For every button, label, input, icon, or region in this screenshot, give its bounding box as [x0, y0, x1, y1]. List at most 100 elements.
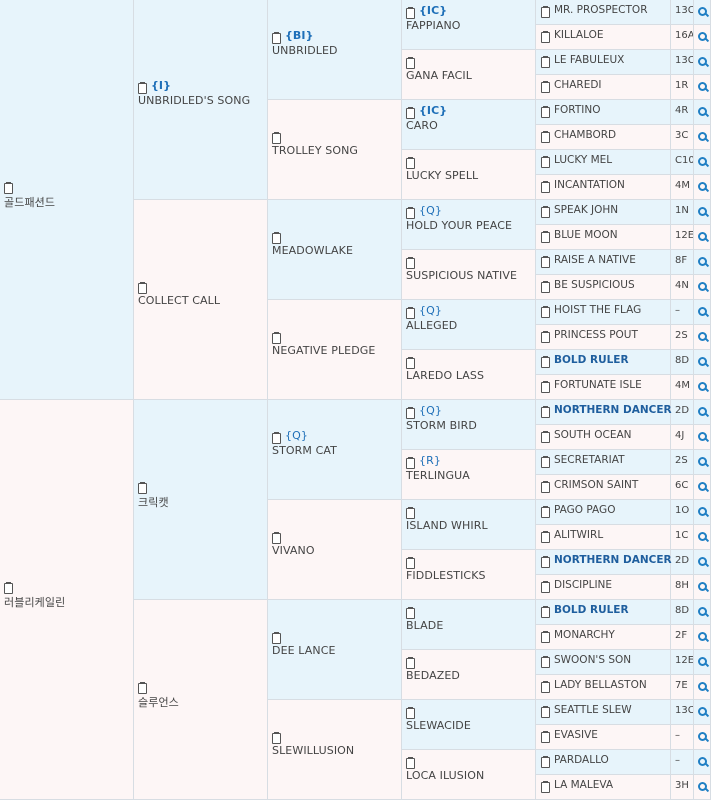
magnifier-icon[interactable]	[694, 425, 711, 449]
clipboard-icon[interactable]	[541, 756, 550, 768]
horse-name[interactable]: STORM CAT	[272, 444, 337, 457]
magnifier-icon[interactable]	[694, 700, 711, 724]
magnifier-icon[interactable]	[694, 575, 711, 599]
ancestor-name[interactable]: BOLD RULER	[554, 354, 629, 366]
magnifier-icon[interactable]	[694, 650, 711, 674]
clipboard-icon[interactable]	[406, 406, 415, 419]
ancestor-name[interactable]: NORTHERN DANCER	[554, 404, 672, 416]
magnifier-icon[interactable]	[694, 0, 711, 24]
magnifier-icon[interactable]	[694, 325, 711, 349]
ancestor-name[interactable]: MONARCHY	[554, 629, 615, 641]
clipboard-icon[interactable]	[406, 6, 415, 19]
ancestor-name[interactable]: RAISE A NATIVE	[554, 254, 636, 266]
horse-name[interactable]: FIDDLESTICKS	[406, 569, 486, 582]
clipboard-icon[interactable]	[541, 256, 550, 268]
class-badge[interactable]: {Q}	[285, 429, 308, 442]
clipboard-icon[interactable]	[406, 356, 415, 369]
horse-name[interactable]: UNBRIDLED'S SONG	[138, 94, 250, 107]
magnifier-icon[interactable]	[694, 350, 711, 374]
clipboard-icon[interactable]	[541, 781, 550, 793]
magnifier-icon[interactable]	[694, 100, 711, 124]
ancestor-name[interactable]: NORTHERN DANCER	[554, 554, 672, 566]
ancestor-name[interactable]: SECRETARIAT	[554, 454, 625, 466]
ancestor-name[interactable]: PAGO PAGO	[554, 504, 615, 516]
clipboard-icon[interactable]	[406, 656, 415, 669]
horse-name[interactable]: UNBRIDLED	[272, 44, 338, 57]
ancestor-name[interactable]: SWOON'S SON	[554, 654, 631, 666]
ancestor-name[interactable]: PARDALLO	[554, 754, 609, 766]
horse-name[interactable]: 슬루언스	[138, 694, 179, 710]
clipboard-icon[interactable]	[4, 581, 13, 594]
clipboard-icon[interactable]	[138, 81, 147, 94]
ancestor-name[interactable]: MR. PROSPECTOR	[554, 4, 648, 16]
clipboard-icon[interactable]	[272, 631, 281, 644]
clipboard-icon[interactable]	[541, 556, 550, 568]
clipboard-icon[interactable]	[541, 681, 550, 693]
ancestor-name[interactable]: CRIMSON SAINT	[554, 479, 638, 491]
clipboard-icon[interactable]	[541, 506, 550, 518]
clipboard-icon[interactable]	[406, 156, 415, 169]
horse-name[interactable]: HOLD YOUR PEACE	[406, 219, 512, 232]
magnifier-icon[interactable]	[694, 125, 711, 149]
ancestor-name[interactable]: CHAREDI	[554, 79, 602, 91]
magnifier-icon[interactable]	[694, 625, 711, 649]
clipboard-icon[interactable]	[541, 131, 550, 143]
clipboard-icon[interactable]	[541, 231, 550, 243]
horse-name[interactable]: BEDAZED	[406, 669, 460, 682]
clipboard-icon[interactable]	[541, 531, 550, 543]
ancestor-name[interactable]: SOUTH OCEAN	[554, 429, 632, 441]
clipboard-icon[interactable]	[541, 731, 550, 743]
clipboard-icon[interactable]	[406, 506, 415, 519]
clipboard-icon[interactable]	[541, 631, 550, 643]
clipboard-icon[interactable]	[541, 56, 550, 68]
magnifier-icon[interactable]	[694, 175, 711, 199]
clipboard-icon[interactable]	[541, 456, 550, 468]
ancestor-name[interactable]: LADY BELLASTON	[554, 679, 647, 691]
ancestor-name[interactable]: CHAMBORD	[554, 129, 616, 141]
clipboard-icon[interactable]	[406, 756, 415, 769]
clipboard-icon[interactable]	[138, 481, 147, 494]
clipboard-icon[interactable]	[138, 681, 147, 694]
horse-name[interactable]: TERLINGUA	[406, 469, 470, 482]
ancestor-name[interactable]: SEATTLE SLEW	[554, 704, 632, 716]
clipboard-icon[interactable]	[541, 306, 550, 318]
horse-name[interactable]: DEE LANCE	[272, 644, 336, 657]
horse-name[interactable]: LAREDO LASS	[406, 369, 484, 382]
clipboard-icon[interactable]	[4, 181, 13, 194]
magnifier-icon[interactable]	[694, 225, 711, 249]
magnifier-icon[interactable]	[694, 250, 711, 274]
clipboard-icon[interactable]	[541, 106, 550, 118]
class-badge[interactable]: {Q}	[419, 304, 442, 317]
clipboard-icon[interactable]	[272, 231, 281, 244]
ancestor-name[interactable]: BLUE MOON	[554, 229, 618, 241]
clipboard-icon[interactable]	[541, 156, 550, 168]
horse-name[interactable]: SLEWACIDE	[406, 719, 471, 732]
horse-name[interactable]: SLEWILLUSION	[272, 744, 354, 757]
horse-name[interactable]: MEADOWLAKE	[272, 244, 353, 257]
ancestor-name[interactable]: SPEAK JOHN	[554, 204, 618, 216]
clipboard-icon[interactable]	[541, 6, 550, 18]
clipboard-icon[interactable]	[138, 281, 147, 294]
ancestor-name[interactable]: ALITWIRL	[554, 529, 603, 541]
ancestor-name[interactable]: KILLALOE	[554, 29, 603, 41]
clipboard-icon[interactable]	[541, 381, 550, 393]
ancestor-name[interactable]: LE FABULEUX	[554, 54, 624, 66]
clipboard-icon[interactable]	[541, 656, 550, 668]
magnifier-icon[interactable]	[694, 750, 711, 774]
clipboard-icon[interactable]	[406, 306, 415, 319]
magnifier-icon[interactable]	[694, 675, 711, 699]
ancestor-name[interactable]: HOIST THE FLAG	[554, 304, 641, 316]
horse-name[interactable]: 크릭캣	[138, 494, 169, 510]
clipboard-icon[interactable]	[406, 606, 415, 619]
clipboard-icon[interactable]	[541, 606, 550, 618]
magnifier-icon[interactable]	[694, 475, 711, 499]
magnifier-icon[interactable]	[694, 50, 711, 74]
class-badge[interactable]: {Q}	[419, 404, 442, 417]
ancestor-name[interactable]: LA MALEVA	[554, 779, 613, 791]
clipboard-icon[interactable]	[406, 106, 415, 119]
magnifier-icon[interactable]	[694, 600, 711, 624]
clipboard-icon[interactable]	[406, 56, 415, 69]
clipboard-icon[interactable]	[541, 431, 550, 443]
clipboard-icon[interactable]	[541, 706, 550, 718]
horse-name[interactable]: STORM BIRD	[406, 419, 477, 432]
